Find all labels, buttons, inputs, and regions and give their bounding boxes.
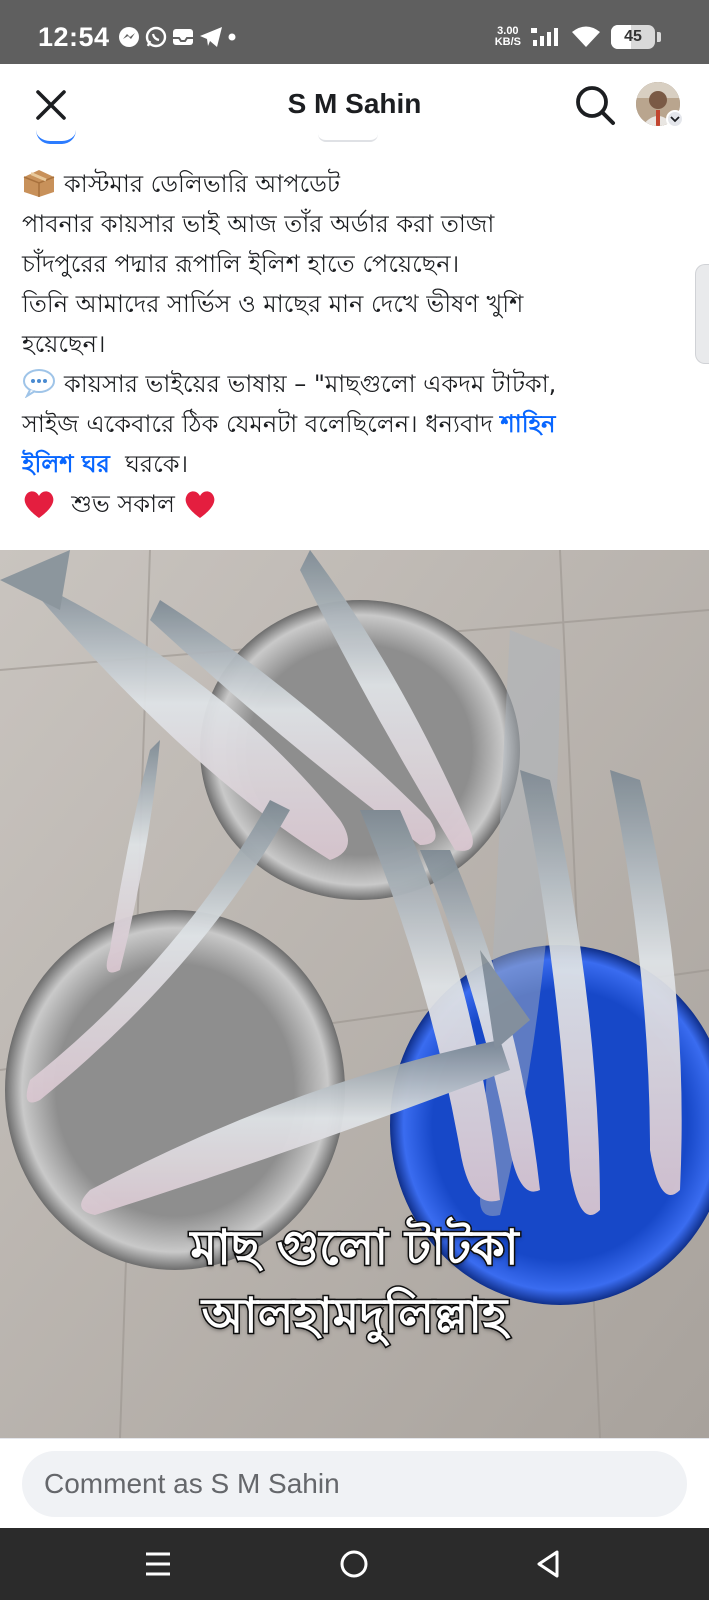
- telegram-icon: [200, 27, 222, 47]
- post-line: তিনি আমাদের সার্ভিস ও মাছের মান দেখে ভীষ…: [22, 290, 524, 318]
- circle-icon: [340, 1550, 368, 1578]
- post-line-text: কায়সার ভাইয়ের ভাষায় – "মাছগুলো একদম ট…: [64, 370, 557, 398]
- post-line: শুভ সকাল: [22, 484, 682, 524]
- post-line-text: কাস্টমার ডেলিভারি আপডেট: [64, 170, 341, 198]
- app-header: S M Sahin: [0, 64, 709, 170]
- side-panel-handle[interactable]: [695, 264, 709, 364]
- header-divider-fragment: [318, 134, 378, 142]
- profile-menu-button[interactable]: [636, 82, 684, 130]
- post-text: কাস্টমার ডেলিভারি আপডেট পাবনার কায়সার ভ…: [22, 164, 682, 524]
- post-line-text: ঘরকে।: [125, 450, 189, 478]
- net-speed: 3.00 KB/S: [495, 26, 521, 48]
- signal-icon: [531, 28, 558, 46]
- post-line: হয়েছেন।: [22, 330, 106, 358]
- inbox-icon: [173, 29, 193, 45]
- post-line: পাবনার কায়সার ভাই আজ তাঁর অর্ডার করা তা…: [22, 210, 495, 238]
- page-mention-link-continued[interactable]: ইলিশ ঘর: [22, 450, 110, 478]
- post-photo[interactable]: মাছ গুলো টাটকা আলহামদুলিল্লাহ: [0, 550, 709, 1438]
- package-icon: [23, 170, 55, 197]
- image-caption-line-2: আলহামদুলিল্লাহ: [200, 1287, 509, 1346]
- status-time: 12:54: [38, 22, 110, 52]
- recent-apps-button[interactable]: [136, 1542, 180, 1586]
- search-icon: [576, 86, 615, 125]
- wifi-icon: [572, 26, 600, 47]
- back-triangle-icon: [537, 1550, 559, 1578]
- post-line: ইলিশ ঘর ঘরকে।: [22, 444, 682, 484]
- system-icons: 3.00 KB/S 45: [495, 22, 661, 52]
- back-button[interactable]: [526, 1542, 570, 1586]
- menu-icon: [146, 1552, 170, 1576]
- post-line: কায়সার ভাইয়ের ভাষায় – "মাছগুলো একদম ট…: [22, 364, 682, 404]
- page-mention-link[interactable]: শাহিন: [501, 410, 556, 438]
- search-button[interactable]: [570, 80, 620, 130]
- battery-level: 45: [624, 28, 642, 45]
- heart-icon: [185, 491, 214, 518]
- post-line: সাইজ একেবারে ঠিক যেমনটা বলেছিলেন। ধন্যবা…: [22, 404, 682, 444]
- heart-icon: [24, 491, 54, 518]
- whatsapp-icon: [145, 26, 167, 48]
- post-line-text: সাইজ একেবারে ঠিক যেমনটা বলেছিলেন। ধন্যবা…: [22, 410, 493, 438]
- dot-icon: [228, 33, 236, 41]
- home-button[interactable]: [332, 1542, 376, 1586]
- story-ring-fragment: [36, 130, 76, 144]
- battery-icon: 45: [611, 25, 655, 49]
- status-bar: 12:54 3.00 KB/S 45: [0, 0, 709, 64]
- battery-tip: [657, 32, 661, 42]
- speech-bubble-icon: [23, 369, 55, 398]
- notification-icons: [118, 24, 236, 50]
- net-speed-unit: KB/S: [494, 36, 521, 48]
- chevron-down-icon: [666, 110, 684, 128]
- post-line: কাস্টমার ডেলিভারি আপডেট: [22, 164, 682, 204]
- messenger-icon: [119, 27, 139, 47]
- comment-input[interactable]: [22, 1451, 687, 1517]
- post-line-text: শুভ সকাল: [71, 490, 175, 518]
- post-line: চাঁদপুরের পদ্মার রূপালি ইলিশ হাতে পেয়েছ…: [22, 250, 460, 278]
- comment-bar: [0, 1438, 709, 1528]
- system-nav-bar: [0, 1528, 709, 1600]
